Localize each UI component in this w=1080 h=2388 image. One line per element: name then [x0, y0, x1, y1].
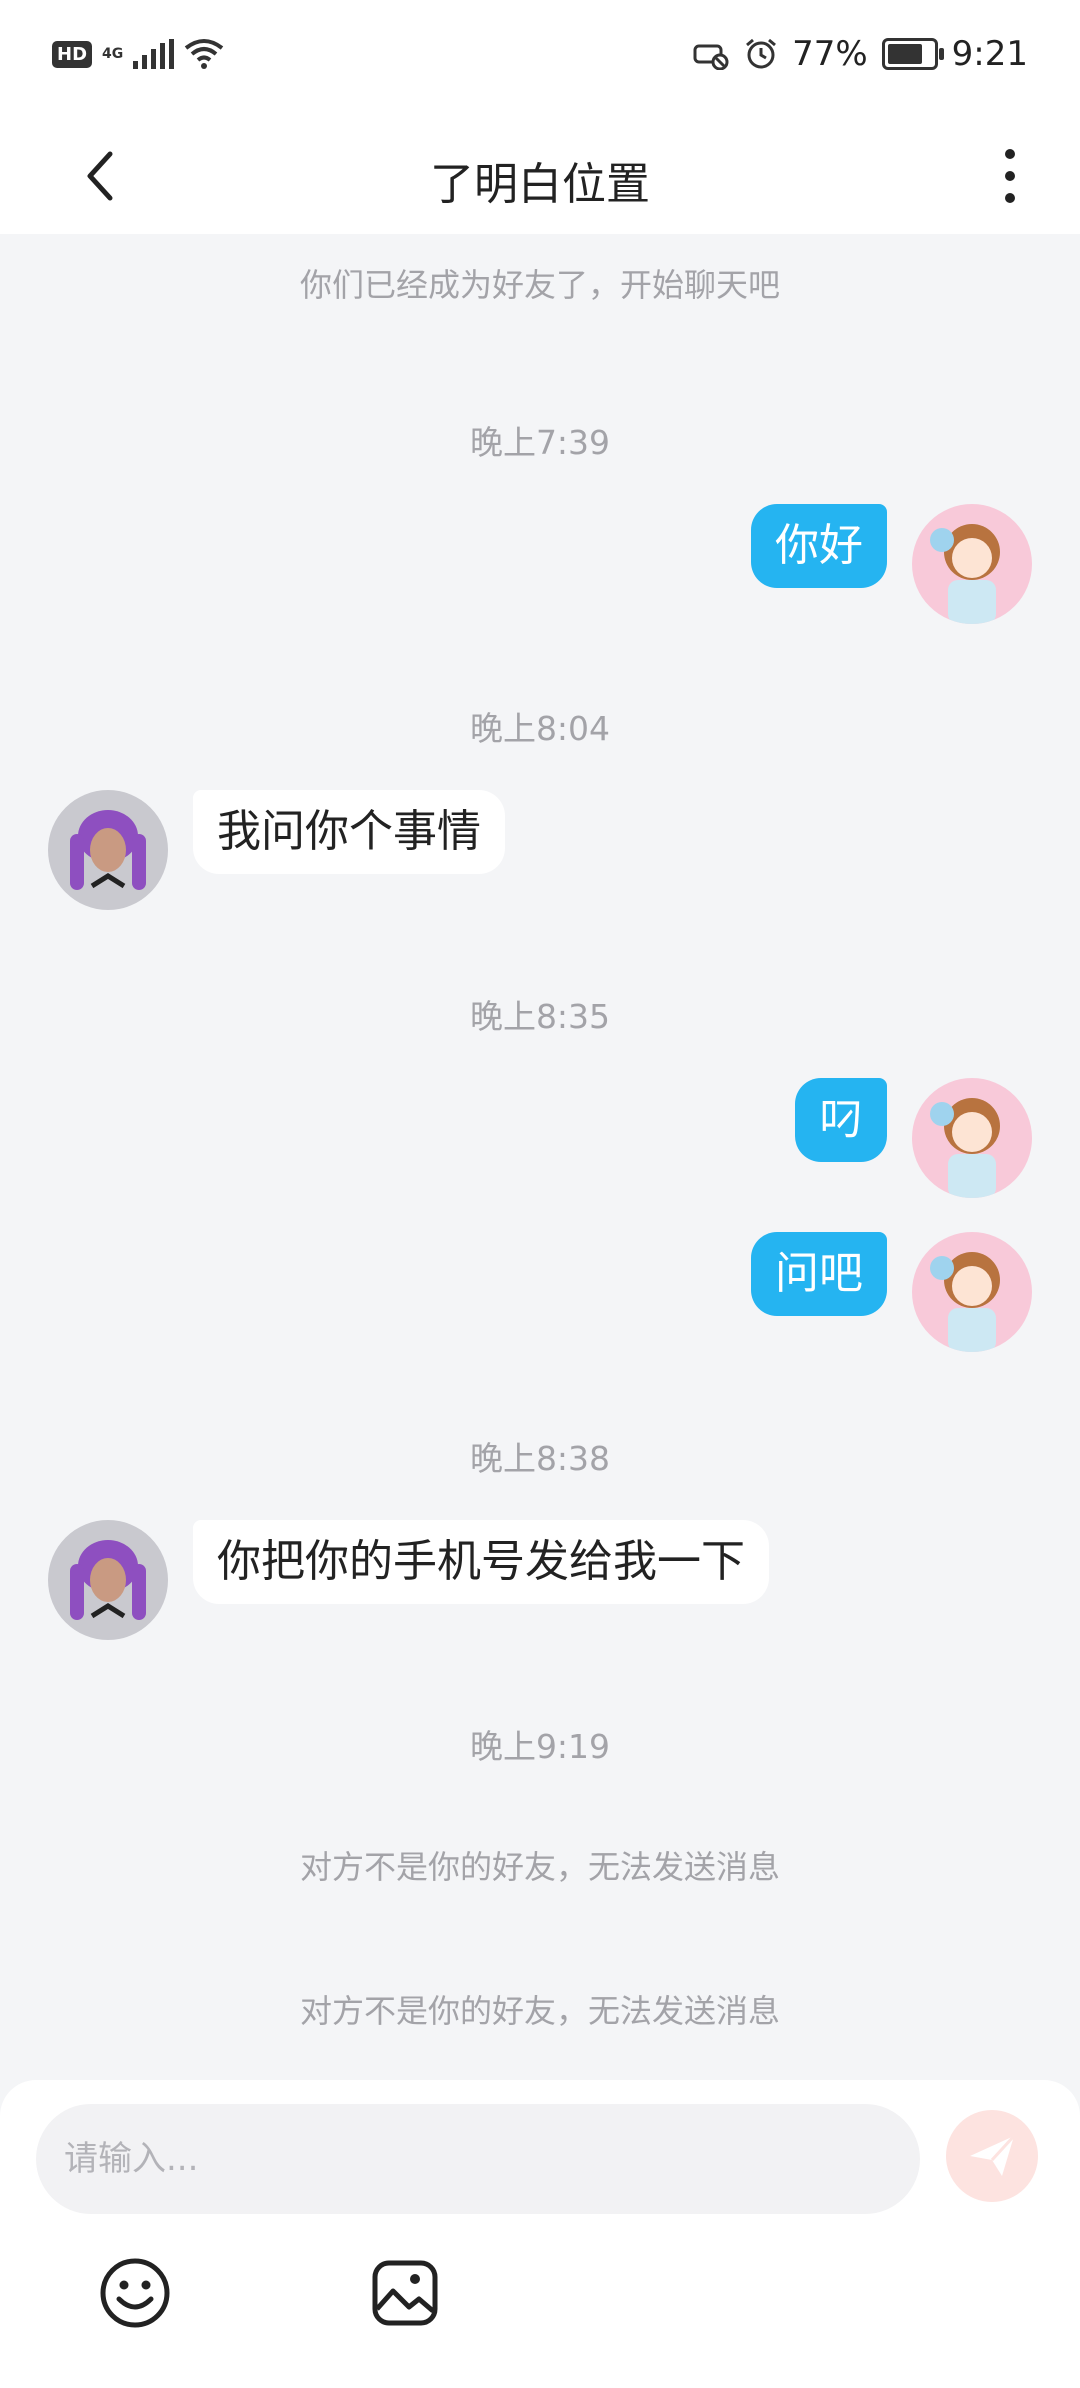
message-input[interactable] — [36, 2104, 920, 2214]
car-mode-icon — [693, 44, 729, 70]
my-avatar[interactable] — [912, 1078, 1032, 1198]
chat-area[interactable]: 你们已经成为好友了，开始聊天吧 晚上7:39 你好 晚上8:04 我问你个事情 … — [0, 234, 1080, 2080]
paper-plane-icon — [970, 2134, 1016, 2176]
message-time: 晚上8:04 — [469, 709, 611, 748]
send-failed-notice: 对方不是你的好友，无法发送消息 — [299, 1992, 780, 2030]
wifi-icon — [185, 39, 224, 69]
send-failed-notice: 对方不是你的好友，无法发送消息 — [299, 1848, 780, 1886]
image-icon — [372, 2260, 438, 2326]
avatar-image — [48, 1520, 168, 1640]
send-button[interactable] — [946, 2110, 1038, 2202]
message-time: 晚上8:35 — [469, 997, 611, 1036]
emoji-button[interactable] — [90, 2248, 180, 2338]
battery-percent: 77% — [792, 34, 868, 74]
message-time: 晚上8:38 — [469, 1439, 611, 1478]
message-time: 晚上7:39 — [469, 423, 611, 462]
image-button[interactable] — [360, 2248, 450, 2338]
smiley-icon — [100, 2258, 170, 2328]
friend-avatar[interactable] — [48, 790, 168, 910]
alarm-icon — [746, 38, 777, 69]
status-left: HD 4G — [52, 38, 224, 70]
battery-fill — [887, 44, 922, 64]
avatar-image — [912, 1078, 1032, 1198]
network-type: 4G — [102, 46, 124, 62]
more-vertical-icon — [1005, 149, 1015, 203]
message-bubble-received[interactable]: 你把你的手机号发给我一下 — [193, 1520, 769, 1604]
message-bubble-received[interactable]: 我问你个事情 — [193, 790, 505, 874]
message-time: 晚上9:19 — [469, 1727, 611, 1766]
my-avatar[interactable] — [912, 1232, 1032, 1352]
status-bar: HD 4G 77% 9:21 — [0, 0, 1080, 118]
system-notice: 你们已经成为好友了，开始聊天吧 — [299, 266, 780, 304]
clock: 9:21 — [951, 34, 1028, 74]
more-button[interactable] — [980, 136, 1040, 216]
composer — [0, 2080, 1080, 2388]
avatar-image — [48, 790, 168, 910]
message-bubble-sent[interactable]: 你好 — [751, 504, 887, 588]
signal-icon — [133, 39, 175, 69]
page-title: 了明白位置 — [430, 159, 650, 210]
my-avatar[interactable] — [912, 504, 1032, 624]
battery-icon — [881, 38, 944, 70]
avatar-image — [912, 504, 1032, 624]
avatar-image — [912, 1232, 1032, 1352]
status-right: 77% 9:21 — [692, 34, 1028, 74]
message-bubble-sent[interactable]: 问吧 — [751, 1232, 887, 1316]
hd-badge: HD — [52, 40, 93, 68]
message-bubble-sent[interactable]: 叼 — [795, 1078, 887, 1162]
friend-avatar[interactable] — [48, 1520, 168, 1640]
chat-header: 了明白位置 — [0, 118, 1080, 234]
